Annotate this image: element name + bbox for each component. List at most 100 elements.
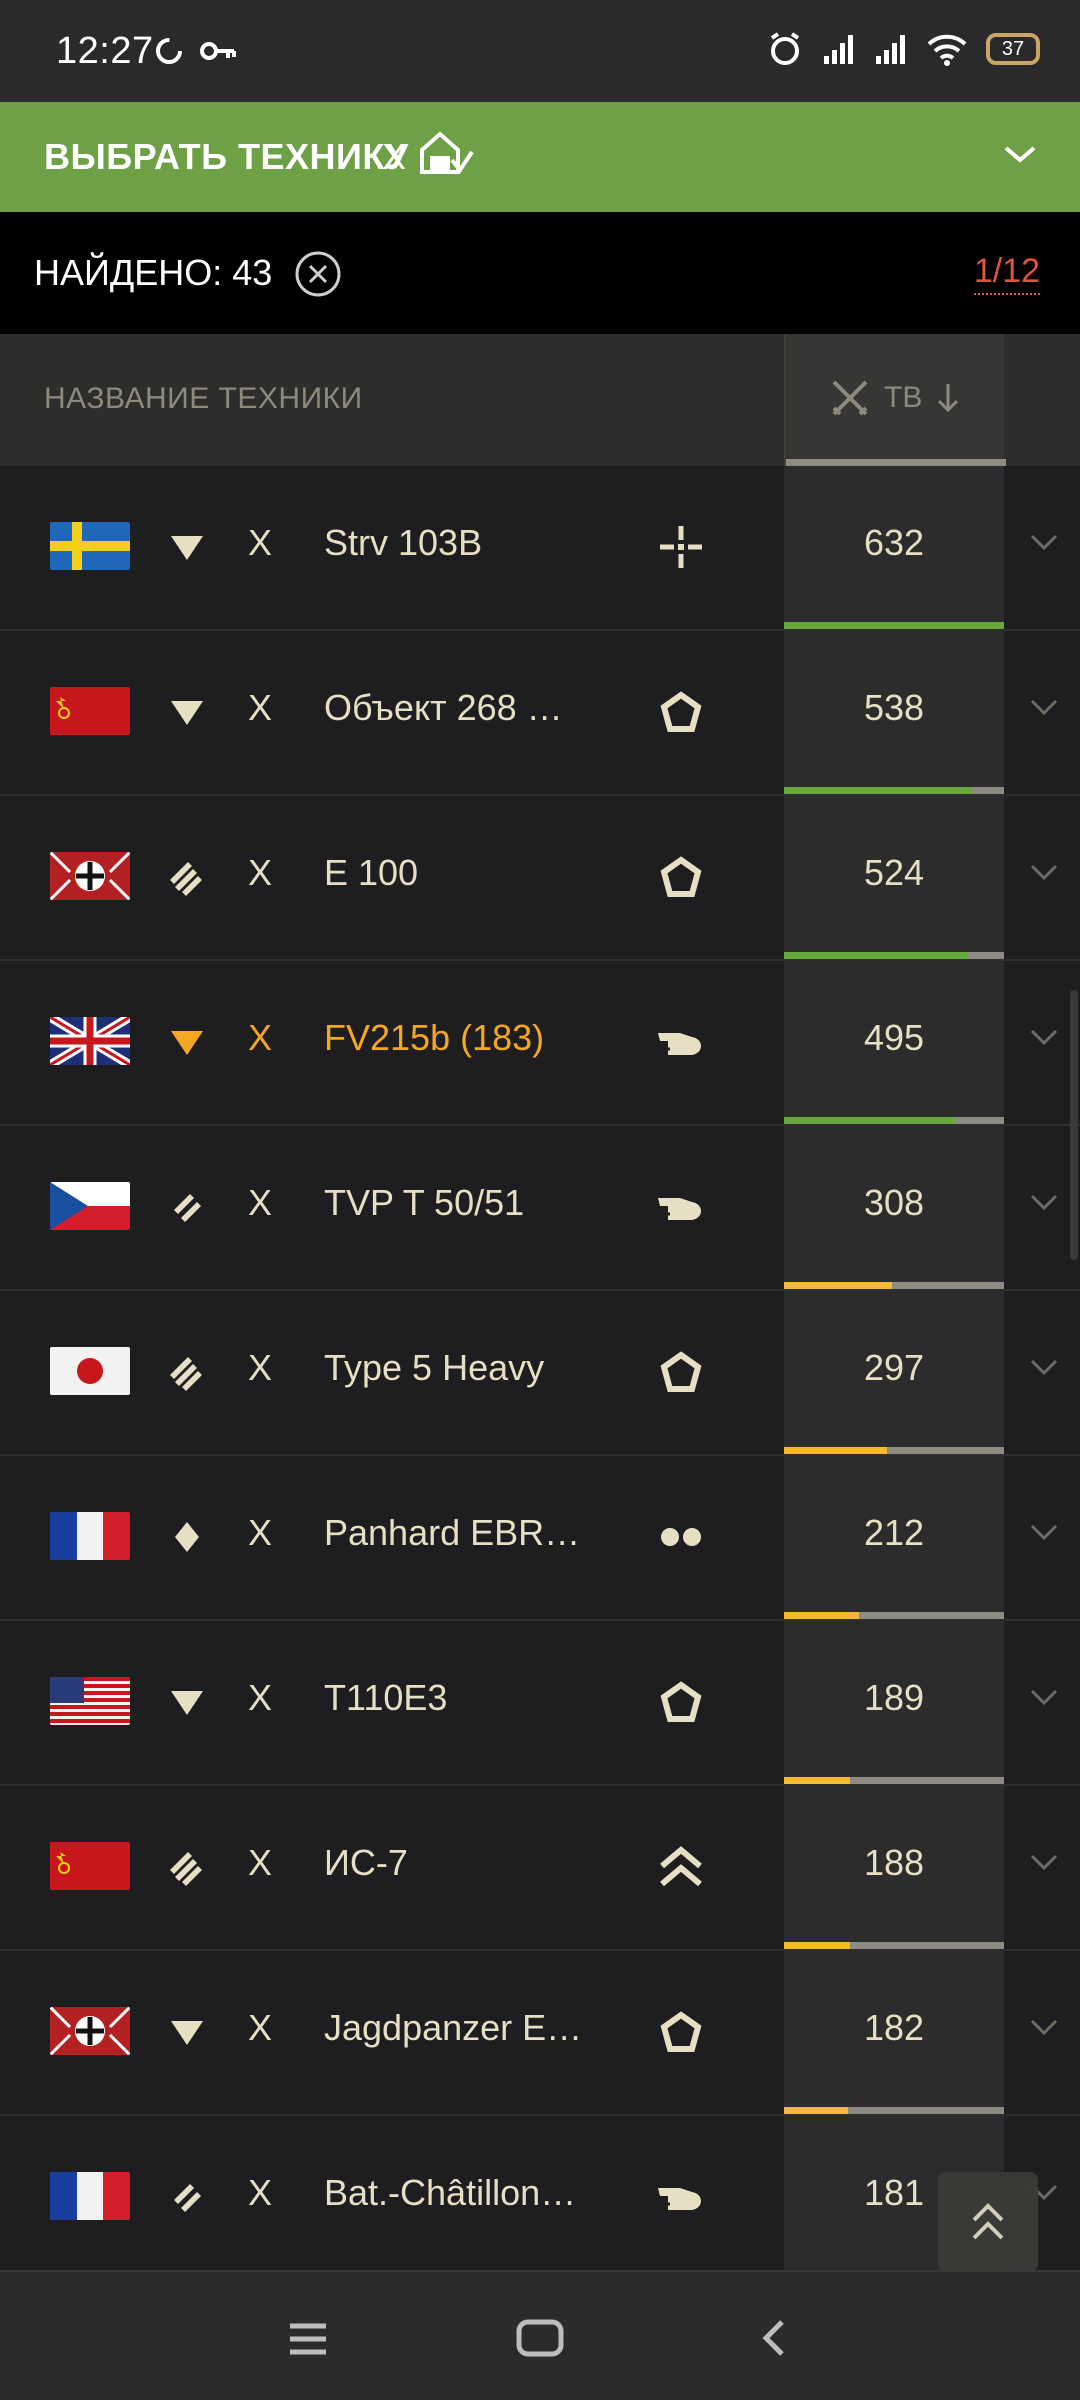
stat-cell: 212 <box>784 1456 1004 1619</box>
vehicle-row[interactable]: X T110E3 189 <box>0 1621 1080 1786</box>
vehicle-row[interactable]: X FV215b (183) 495 <box>0 961 1080 1126</box>
vehicle-name: Panhard EBR 1… <box>324 1512 584 1553</box>
stat-bar-fill <box>784 1282 892 1289</box>
vehicle-list[interactable]: X Strv 103B 632 X Объект 268 Ва… 538 X E… <box>0 466 1080 2270</box>
scroll-top-button[interactable] <box>938 2172 1038 2272</box>
vehicle-class-icon <box>166 1514 208 1560</box>
menu-icon[interactable] <box>288 2322 328 2356</box>
chevron-down-icon[interactable] <box>1028 695 1060 719</box>
stat-cell: 538 <box>784 631 1004 794</box>
stat-value: 632 <box>863 522 925 563</box>
wifi-icon <box>927 34 967 66</box>
dots-icon <box>654 1514 708 1560</box>
vehicle-tier: X <box>248 522 273 563</box>
found-count: НАЙДЕНО: 43 <box>34 252 273 293</box>
vehicle-name: FV215b (183) <box>324 1017 545 1058</box>
wedge-icon <box>654 2174 708 2220</box>
back-icon[interactable] <box>758 2318 788 2358</box>
vehicle-class-icon <box>166 854 208 900</box>
vehicle-tier: X <box>248 2007 273 2048</box>
page-indicator[interactable]: 1/12 <box>973 252 1040 295</box>
stat-bar-fill <box>784 622 1004 629</box>
arrow-down-icon <box>938 384 959 413</box>
key-icon <box>200 42 236 60</box>
chevron-down-icon[interactable] <box>1028 1190 1060 1214</box>
stat-bar <box>784 622 1004 629</box>
vehicle-name: Объект 268 Ва… <box>324 687 584 728</box>
stat-bar <box>784 1117 1004 1124</box>
stat-cell: 495 <box>784 961 1004 1124</box>
stat-value: 182 <box>863 2007 925 2048</box>
stat-cell: 188 <box>784 1786 1004 1949</box>
column-name-header[interactable]: НАЗВАНИЕ ТЕХНИКИ <box>44 382 363 416</box>
chevron-down-icon[interactable] <box>1028 2015 1060 2039</box>
chevron-down-icon[interactable] <box>1002 140 1038 168</box>
vehicle-name: Type 5 Heavy <box>324 1347 545 1388</box>
stat-bar-fill <box>784 952 967 959</box>
stat-bar <box>784 1447 1004 1454</box>
vehicle-row[interactable]: X Strv 103B 632 <box>0 466 1080 631</box>
double-chevron-icon <box>654 1844 708 1890</box>
stat-value: 538 <box>863 687 925 728</box>
crossed-swords-icon <box>832 380 868 416</box>
home-icon[interactable] <box>516 2318 564 2358</box>
stat-bar <box>784 1777 1004 1784</box>
clock: 12:27 <box>56 30 154 72</box>
signal-icon <box>876 35 905 64</box>
vehicle-name: E 100 <box>324 852 419 893</box>
pentagon-icon <box>654 854 708 900</box>
nation-flag-icon <box>50 2007 130 2055</box>
vehicle-row[interactable]: X Type 5 Heavy 297 <box>0 1291 1080 1456</box>
vehicle-row[interactable]: X Объект 268 Ва… 538 <box>0 631 1080 796</box>
chevron-down-icon[interactable] <box>1028 1685 1060 1709</box>
sniper-icon <box>654 524 708 570</box>
stat-value: 495 <box>863 1017 925 1058</box>
vehicle-name: Jagdpanzer E … <box>324 2007 584 2048</box>
stat-bar <box>784 1612 1004 1619</box>
stat-bar-fill <box>784 1117 956 1124</box>
nation-flag-icon <box>50 1512 130 1560</box>
sync-icon <box>156 38 182 64</box>
nation-flag-icon <box>50 1182 130 1230</box>
stat-cell: 182 <box>784 1951 1004 2114</box>
stat-bar <box>784 1942 1004 1949</box>
search-results-bar: НАЙДЕНО: 43 1/12 <box>0 212 1080 334</box>
clear-filter-icon[interactable] <box>294 250 342 298</box>
vehicle-row[interactable]: X Bat.-Châtillon … 181 <box>0 2116 1080 2270</box>
nation-flag-icon <box>50 1842 130 1890</box>
vehicle-row[interactable]: X TVP T 50/51 308 <box>0 1126 1080 1291</box>
vehicle-row[interactable]: X ИС-7 188 <box>0 1786 1080 1951</box>
stat-bar-fill <box>784 1447 887 1454</box>
stat-cell: 632 <box>784 466 1004 629</box>
scrollbar[interactable] <box>1070 990 1078 1260</box>
chevron-down-icon[interactable] <box>1028 1355 1060 1379</box>
stat-value: 308 <box>863 1182 925 1223</box>
chevron-down-icon[interactable] <box>1028 1520 1060 1544</box>
vehicle-name: Strv 103B <box>324 522 483 563</box>
alarm-icon <box>770 32 800 65</box>
vehicle-class-icon <box>166 2174 208 2220</box>
stat-bar-fill <box>784 1612 859 1619</box>
chevron-down-icon[interactable] <box>1028 1850 1060 1874</box>
pentagon-icon <box>654 1349 708 1395</box>
vehicle-tier: X <box>248 2172 273 2213</box>
chevron-down-icon[interactable] <box>1028 530 1060 554</box>
battery-indicator: 37 <box>986 33 1040 65</box>
chevron-down-icon[interactable] <box>1028 860 1060 884</box>
header-title: ВЫБРАТЬ ТЕХНИКУ <box>44 136 409 177</box>
pentagon-icon <box>654 689 708 735</box>
vehicle-row[interactable]: X E 100 524 <box>0 796 1080 961</box>
stat-value: 212 <box>863 1512 925 1553</box>
vehicle-class-icon <box>166 1019 208 1065</box>
vehicle-row[interactable]: X Panhard EBR 1… 212 <box>0 1456 1080 1621</box>
stat-value: 524 <box>863 852 925 893</box>
wedge-icon <box>654 1019 708 1065</box>
chevron-down-icon[interactable] <box>1028 1025 1060 1049</box>
nation-flag-icon <box>50 2172 130 2220</box>
vehicle-class-icon <box>166 1844 208 1890</box>
select-vehicle-header[interactable]: ВЫБРАТЬ ТЕХНИКУ X <box>0 102 1080 212</box>
column-sort-header[interactable]: ТВ <box>784 334 1006 466</box>
vehicle-class-icon <box>166 2009 208 2055</box>
vehicle-row[interactable]: X Jagdpanzer E … 182 <box>0 1951 1080 2116</box>
stat-bar <box>784 952 1004 959</box>
